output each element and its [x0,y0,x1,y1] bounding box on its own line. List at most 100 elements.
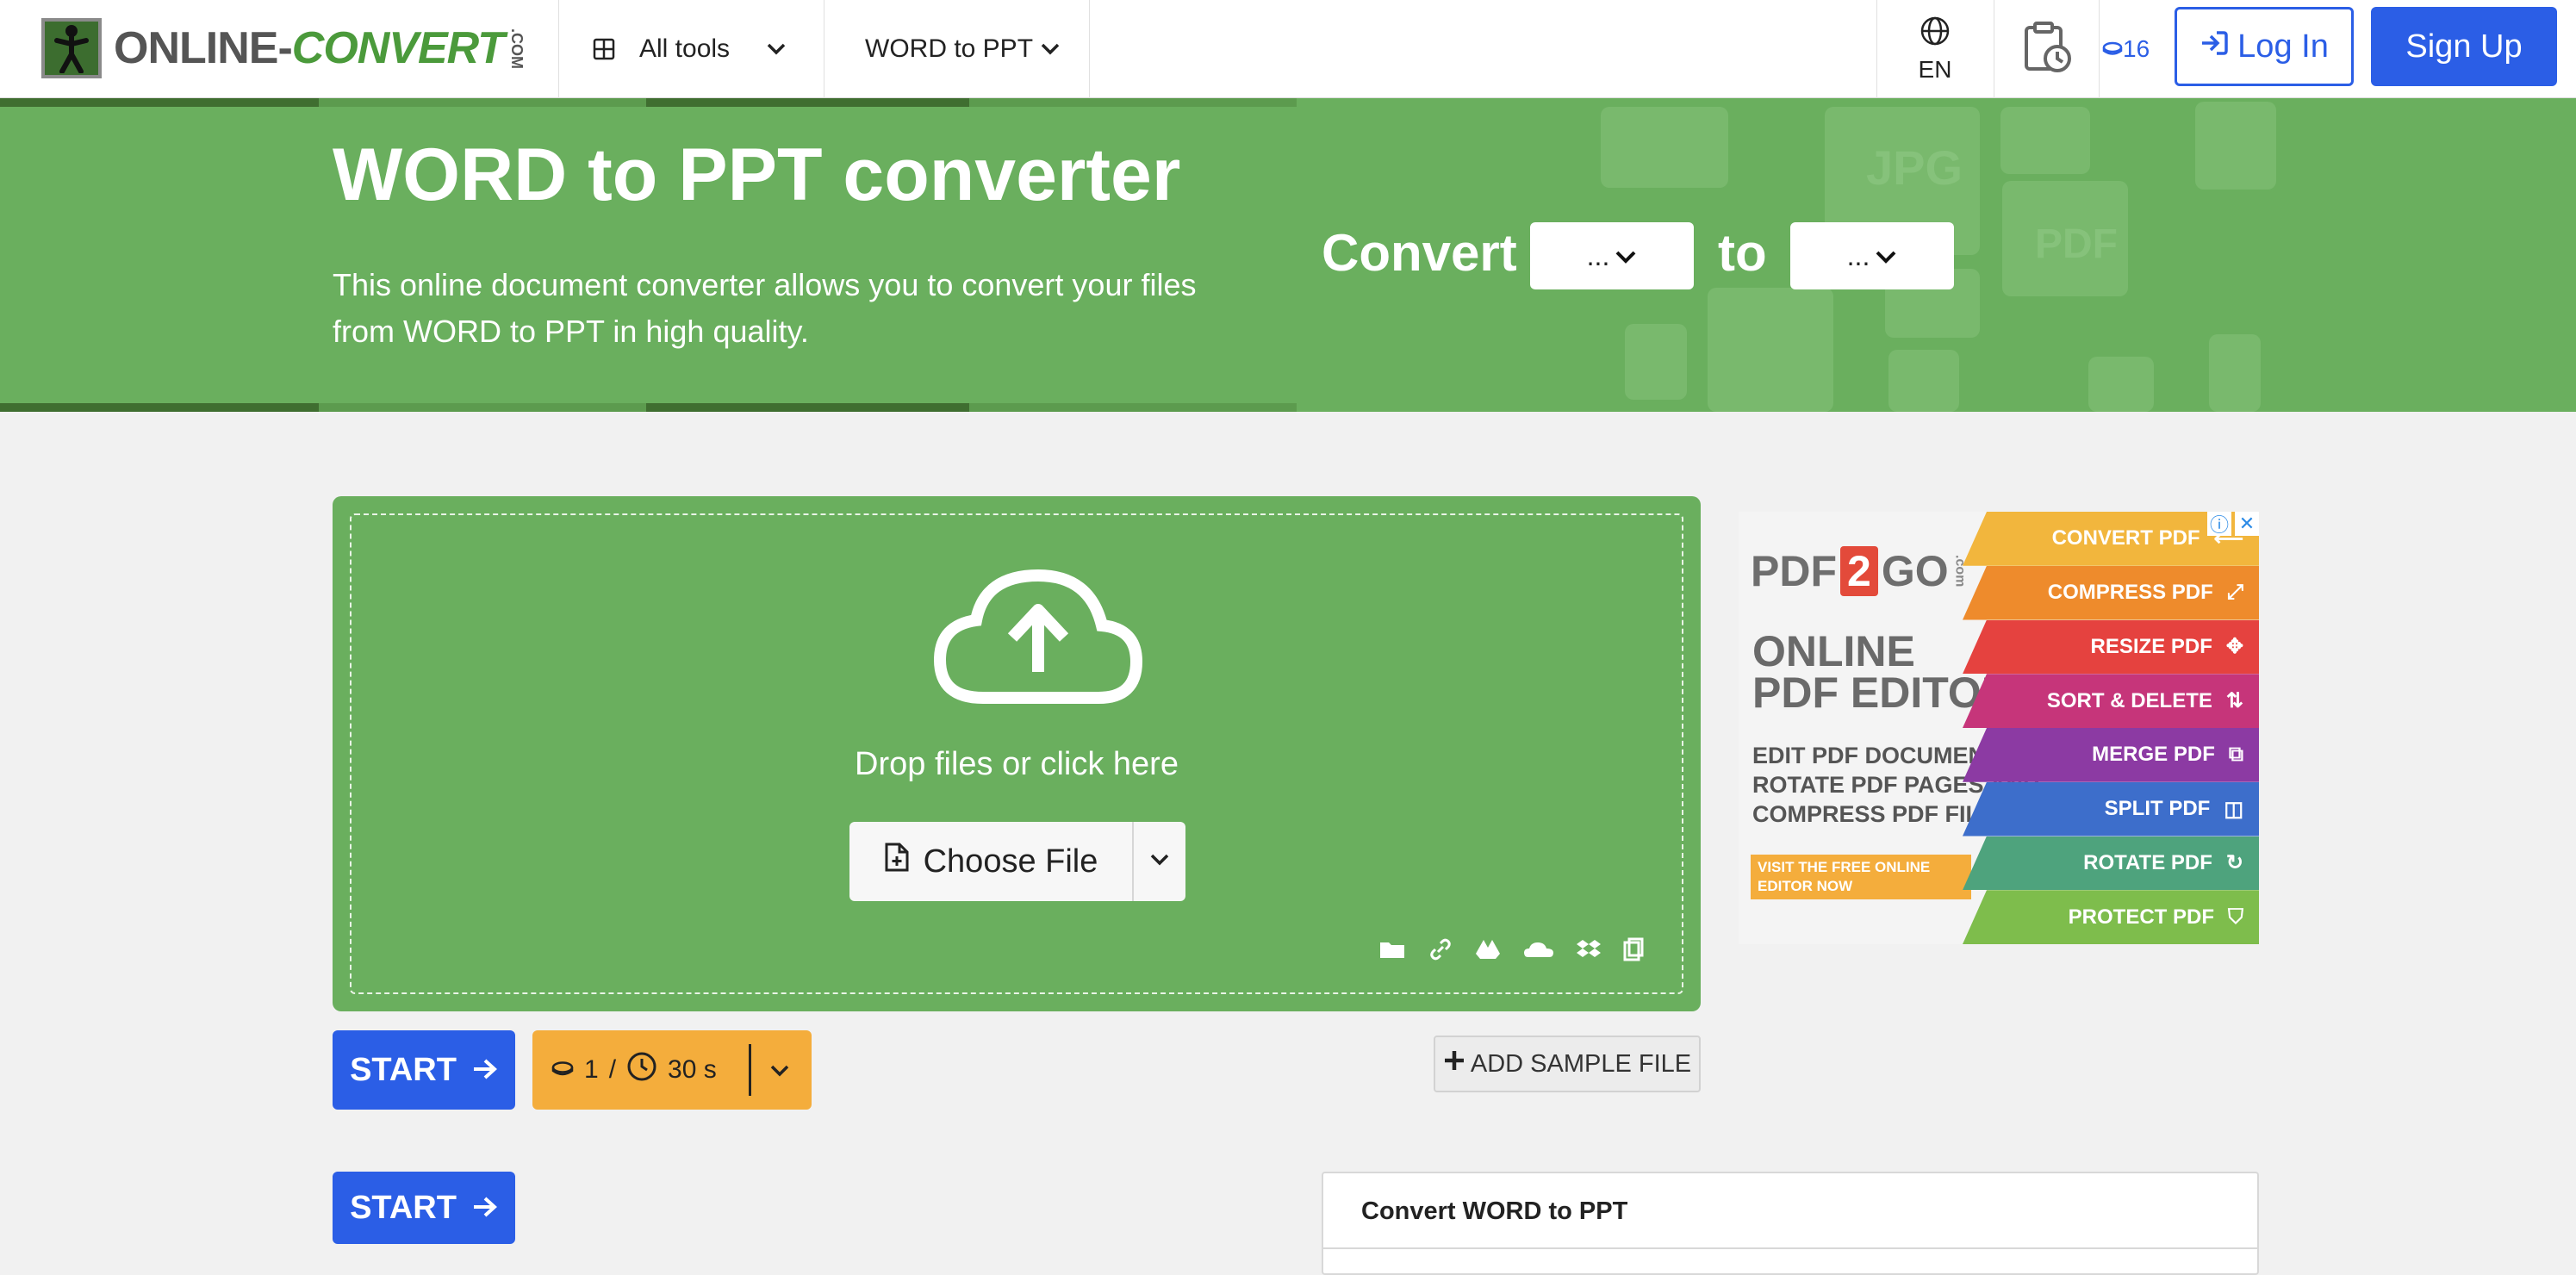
panel-divider [1323,1247,2257,1249]
chevron-down-icon [1875,240,1897,272]
language-code: EN [1918,55,1952,83]
ad-menu-item[interactable]: COMPRESS PDF ⤢ [1963,565,2259,620]
generic-file-icon [1708,288,1833,412]
move-icon: ✥ [2225,635,2243,659]
ad-menu: CONVERT PDF ⟵ COMPRESS PDF ⤢ RESIZE PDF ✥ S… [1963,512,2259,944]
arrow-right-icon [472,1052,498,1089]
hero-stripe [0,98,1297,107]
pdf-file-label: PDF [2035,221,2118,267]
dropbox-icon[interactable] [1577,938,1601,961]
choose-file-label: Choose File [923,843,1098,880]
tiff-file-icon [2088,357,2154,412]
ad-menu-item[interactable]: MERGE PDF ⧉ [1963,728,2259,782]
ad-menu-item[interactable]: ROTATE PDF ↻ [1963,836,2259,891]
clock-icon [626,1051,657,1089]
close-icon[interactable]: ✕ [2235,512,2259,536]
add-sample-label: ADD SAMPLE FILE [1470,1049,1692,1078]
ad-info-icon[interactable]: ⓘ [2207,512,2231,536]
cost-dropdown[interactable] [751,1055,808,1085]
time-cost: 30 s [668,1055,717,1084]
drop-files-text: Drop files or click here [855,746,1179,782]
convert-label: Convert [1322,224,1517,282]
folder-icon[interactable] [1378,939,1406,960]
to-format-value: ... [1846,239,1870,271]
page-title: WORD to PPT converter [333,134,1181,216]
link-icon[interactable] [1428,937,1453,961]
top-navbar: ONLINE-CONVERT .COM All tools WORD to PP… [0,0,2576,98]
google-drive-icon[interactable] [1475,938,1501,961]
add-sample-file-button[interactable]: ADD SAMPLE FILE [1434,1036,1701,1092]
conversion-cost-info: 1 / 30 s [532,1044,751,1096]
drop-zone-border: Drop files or click here Choose File [350,513,1683,994]
login-button[interactable]: Log In [2175,7,2354,86]
file-add-icon [884,842,910,881]
start-label: START [350,1189,457,1226]
hero-description: This online document converter allows yo… [333,267,1197,349]
ad-menu-item[interactable]: RESIZE PDF ✥ [1963,619,2259,675]
credit-cost: 1 [584,1055,599,1084]
ad-cta-button[interactable]: VISIT THE FREE ONLINE EDITOR NOW [1751,855,1971,899]
credits-counter[interactable]: 16 [2102,0,2150,98]
hero-stripe [0,403,1297,412]
cloud-upload-icon [931,565,1145,711]
history-button[interactable] [1995,0,2099,98]
start-button[interactable]: START [333,1030,515,1110]
shield-icon: ⛉ [2228,905,2243,929]
current-tool-menu[interactable]: WORD to PPT [865,0,1061,98]
chevron-down-icon [1615,240,1637,272]
nav-divider [1089,0,1090,98]
sort-icon: ⇅ [2225,689,2243,713]
nav-divider [2099,0,2100,98]
clipboard-clock-icon [2021,21,2073,78]
logo-mark-icon [41,18,102,78]
chevron-down-icon [766,42,787,56]
conversion-cost-button[interactable]: 1 / 30 s [532,1030,812,1110]
from-format-select[interactable]: ... [1530,222,1694,289]
file-drop-zone[interactable]: Drop files or click here Choose File [333,496,1701,1011]
plus-icon [1443,1049,1465,1079]
cost-separator: / [608,1055,617,1084]
ad-menu-item[interactable]: SPLIT PDF ◫ [1963,781,2259,837]
info-panel: Convert WORD to PPT [1322,1172,2259,1275]
all-tools-menu[interactable]: All tools [593,0,787,98]
logo-com: .COM [508,28,526,69]
chevron-down-icon [1040,42,1061,56]
coin-icon [2102,35,2123,63]
email-file-icon [1601,107,1728,188]
choose-file-group: Choose File [849,822,1185,901]
signup-button[interactable]: Sign Up [2371,7,2557,86]
site-logo[interactable]: ONLINE-CONVERT .COM [41,17,526,79]
onedrive-icon[interactable] [1523,940,1554,959]
nav-divider [558,0,559,98]
ad-logo: PDF 2 GO .com [1751,546,1968,596]
login-label: Log In [2237,28,2329,65]
chart-file-icon [2195,102,2276,190]
globe-icon [1920,16,1951,53]
expand-icon: ⤢ [2226,581,2243,605]
logo-text: ONLINE-CONVERT [114,23,505,73]
to-format-select[interactable]: ... [1790,222,1954,289]
ad-menu-item[interactable]: SORT & DELETE ⇅ [1963,674,2259,728]
font-file-icon [2209,334,2261,412]
image-file-icon [2000,107,2090,174]
rotate-icon: ↻ [2225,851,2243,875]
coin-icon [551,1055,574,1085]
start-button-secondary[interactable]: START [333,1172,515,1244]
login-icon [2200,28,2229,65]
clipboard-icon[interactable] [1623,937,1644,961]
ad-menu-item[interactable]: PROTECT PDF ⛉ [1963,890,2259,944]
credits-count: 16 [2123,35,2150,62]
start-label: START [350,1051,457,1088]
grid-icon [593,38,615,60]
to-label: to [1718,224,1767,282]
advertisement[interactable]: PDF 2 GO .com ONLINE PDF EDITOR EDIT PDF DOC… [1739,512,2259,944]
current-tool-label: WORD to PPT [865,34,1034,63]
ad-controls: ⓘ ✕ [2207,512,2259,536]
chevron-down-icon [769,1055,790,1085]
choose-file-dropdown[interactable] [1134,822,1185,901]
all-tools-label: All tools [639,34,731,63]
language-selector[interactable]: EN [1876,0,1994,98]
choose-file-button[interactable]: Choose File [849,822,1134,901]
docx-file-icon [1888,350,1959,412]
jpg-file-label: JPG [1866,140,1963,195]
